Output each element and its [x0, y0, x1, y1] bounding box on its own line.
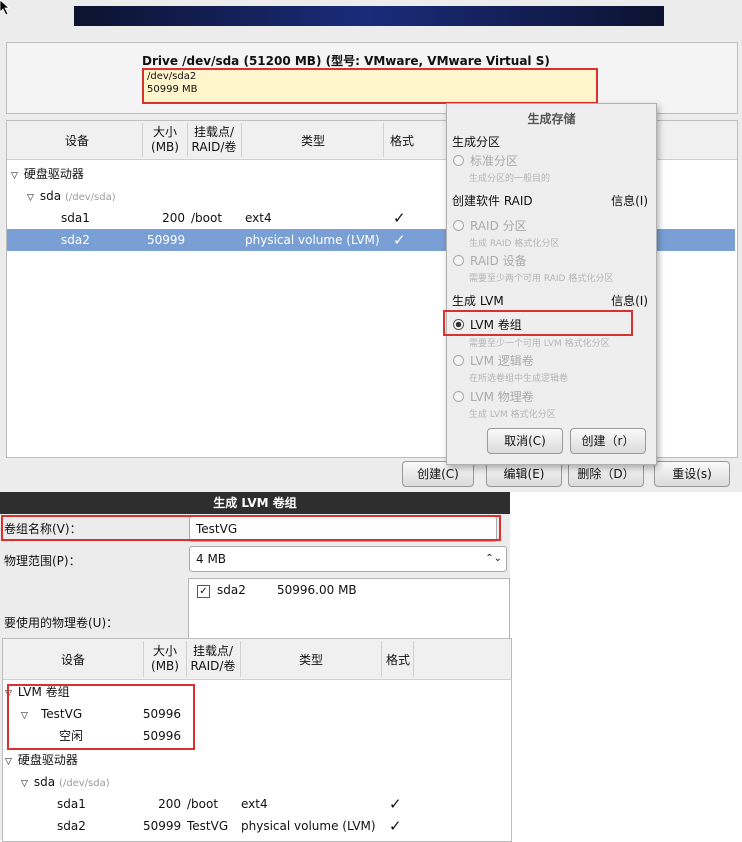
tree-node-hard-drives[interactable]: ▽ 硬盘驱动器	[5, 749, 205, 771]
col-type[interactable]: 类型	[241, 653, 381, 668]
dialog-create-button[interactable]: 创建（r）	[570, 428, 646, 454]
radio-icon[interactable]	[453, 355, 464, 366]
updown-icon: ⌃⌄	[485, 553, 502, 564]
col-size[interactable]: 大小 (MB)	[145, 125, 185, 155]
expander-down-icon[interactable]: ▽	[11, 165, 18, 187]
tree-node-sda[interactable]: ▽ sda (/dev/sda)	[27, 185, 447, 207]
radio-icon[interactable]	[453, 255, 464, 266]
header-banner	[74, 6, 664, 26]
mouse-cursor-icon	[0, 0, 11, 16]
col-size[interactable]: 大小 (MB)	[145, 644, 185, 674]
highlight-box	[443, 310, 633, 336]
option-lvm-physical-volume[interactable]: LVM 物理卷	[453, 388, 534, 405]
option-desc: 在所选卷组中生成逻辑卷	[469, 374, 569, 384]
expander-down-icon[interactable]: ▽	[27, 187, 34, 209]
cancel-button[interactable]: 取消(C)	[487, 428, 563, 454]
check-icon: ✓	[389, 817, 402, 835]
radio-icon[interactable]	[453, 155, 464, 166]
sda-path: (/dev/sda)	[64, 192, 116, 203]
section-partition: 生成分区	[452, 135, 501, 149]
radio-icon[interactable]	[453, 391, 464, 402]
sda-path: (/dev/sda)	[58, 778, 110, 789]
lvm-dialog-title: 生成 LVM 卷组	[0, 492, 510, 514]
col-device[interactable]: 设备	[23, 653, 123, 668]
table-row[interactable]: sda2 50999 TestVG physical volume (LVM) …	[3, 815, 423, 837]
col-format[interactable]: 格式	[383, 653, 413, 668]
col-divider	[383, 123, 384, 157]
pv-item-size: 50996.00 MB	[277, 583, 357, 597]
highlight-box	[7, 684, 195, 750]
table-row[interactable]: sda1 200 /boot ext4 ✓	[3, 793, 423, 815]
expander-down-icon[interactable]: ▽	[21, 773, 28, 795]
col-divider	[241, 123, 242, 157]
extent-label: 物理范围(P)：	[4, 554, 81, 568]
col-divider	[142, 123, 143, 157]
section-lvm: 生成 LVM	[452, 294, 504, 308]
expander-down-icon[interactable]: ▽	[5, 751, 12, 773]
reset-button[interactable]: 重设(s)	[654, 461, 730, 487]
drive-partition-bar[interactable]: /dev/sda2 50999 MB	[142, 68, 598, 104]
col-divider	[381, 641, 382, 677]
check-icon: ✓	[393, 231, 406, 249]
option-desc: 生成 RAID 格式化分区	[469, 239, 560, 249]
pv-label: 要使用的物理卷(U)：	[4, 616, 119, 630]
option-lvm-logical-volume[interactable]: LVM 逻辑卷	[453, 352, 534, 369]
col-mount[interactable]: 挂载点/ RAID/卷	[187, 644, 239, 674]
create-storage-dialog: 生成存储 生成分区 标准分区 生成分区的一般目的 创建软件 RAID 信息(I)…	[443, 103, 657, 465]
extent-select[interactable]: 4 MB ⌃⌄	[189, 546, 507, 572]
drive-bar-size: 50999 MB	[147, 84, 198, 95]
option-desc: 需要至少一个可用 LVM 格式化分区	[469, 339, 610, 349]
check-icon: ✓	[393, 209, 406, 227]
col-divider	[413, 641, 414, 677]
highlight-box	[1, 515, 501, 541]
drive-bar-device: /dev/sda2	[147, 71, 197, 82]
dialog-title: 生成存储	[527, 112, 576, 126]
pv-item-name: sda2	[217, 583, 246, 597]
col-format[interactable]: 格式	[385, 134, 419, 149]
drive-title: Drive /dev/sda (51200 MB) (型号: VMware, V…	[142, 54, 550, 68]
section-raid: 创建软件 RAID	[452, 194, 533, 208]
option-desc: 生成 LVM 格式化分区	[469, 410, 556, 420]
radio-icon[interactable]	[453, 220, 464, 231]
col-type[interactable]: 类型	[243, 134, 383, 149]
option-desc: 需要至少两个可用 RAID 格式化分区	[469, 274, 614, 284]
info-button[interactable]: 信息(I)	[611, 192, 648, 209]
option-standard-partition[interactable]: 标准分区	[453, 152, 518, 169]
tree-node-sda[interactable]: ▽ sda (/dev/sda)	[21, 771, 221, 793]
check-icon: ✓	[389, 795, 402, 813]
tree-node-hard-drives[interactable]: ▽ 硬盘驱动器	[11, 163, 451, 185]
col-device[interactable]: 设备	[27, 134, 127, 149]
table-row[interactable]: sda1 200 /boot ext4 ✓	[7, 207, 447, 229]
option-raid-partition[interactable]: RAID 分区	[453, 217, 527, 234]
option-raid-device[interactable]: RAID 设备	[453, 252, 527, 269]
partition-table-bottom: 设备 大小 (MB) 挂载点/ RAID/卷 类型 格式 ▽ LVM 卷组 ▽ T…	[2, 638, 512, 842]
checkbox-checked-icon[interactable]: ✓	[197, 585, 210, 598]
option-desc: 生成分区的一般目的	[469, 174, 551, 184]
info-button[interactable]: 信息(I)	[611, 292, 648, 309]
pv-list: ✓ sda2 50996.00 MB	[188, 578, 510, 640]
col-divider	[143, 641, 144, 677]
col-mount[interactable]: 挂载点/ RAID/卷	[188, 125, 240, 155]
